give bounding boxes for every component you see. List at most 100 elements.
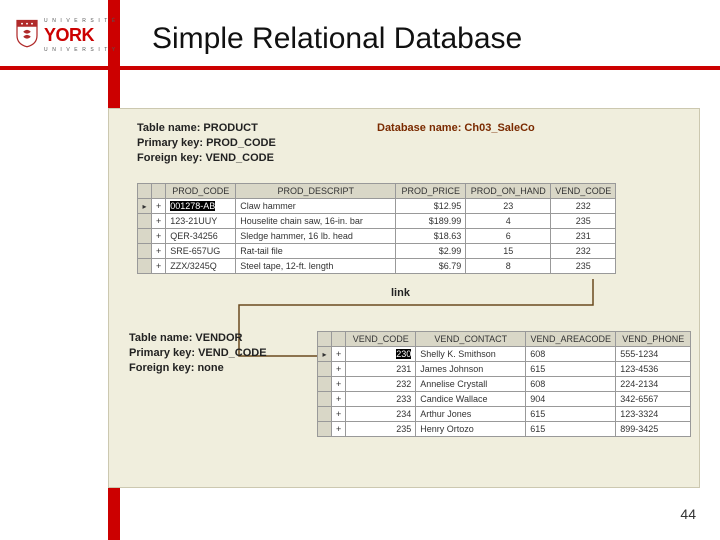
row-handle (318, 407, 332, 422)
cell: 231 (551, 229, 616, 244)
expand-icon: + (332, 377, 346, 392)
cell: 342-6567 (616, 392, 691, 407)
cell: 234 (346, 407, 416, 422)
expand-header (332, 332, 346, 347)
figure-panel: Table name: PRODUCT Primary key: PROD_CO… (108, 108, 700, 488)
slide-title: Simple Relational Database (152, 22, 522, 56)
expand-header (152, 184, 166, 199)
cell: 899-3425 (616, 422, 691, 437)
logo-text: U N I V E R S I T É YORK U N I V E R S I… (44, 18, 117, 53)
vendor-table-name: Table name: VENDOR (129, 331, 267, 346)
row-handle (318, 392, 332, 407)
expand-icon: + (332, 407, 346, 422)
cell: $2.99 (396, 244, 466, 259)
title-underline (0, 66, 720, 70)
expand-icon: + (332, 422, 346, 437)
product-primary-key: Primary key: PROD_CODE (137, 136, 276, 151)
york-logo: U N I V E R S I T É YORK U N I V E R S I… (14, 18, 117, 53)
cell: Rat-tail file (236, 244, 396, 259)
table-row: + 001278-AB Claw hammer $12.95 23 232 (138, 199, 616, 214)
cell: $6.79 (396, 259, 466, 274)
cell: ZZX/3245Q (166, 259, 236, 274)
col-header: VEND_CONTACT (416, 332, 526, 347)
table-row: + SRE-657UG Rat-tail file $2.99 15 232 (138, 244, 616, 259)
col-header: PROD_CODE (166, 184, 236, 199)
cell: 232 (551, 199, 616, 214)
cell: Houselite chain saw, 16-in. bar (236, 214, 396, 229)
table-row: + 231 James Johnson 615 123-4536 (318, 362, 691, 377)
product-table-name: Table name: PRODUCT (137, 121, 276, 136)
col-header: PROD_PRICE (396, 184, 466, 199)
row-handle (138, 244, 152, 259)
col-header: VEND_CODE (346, 332, 416, 347)
product-meta: Table name: PRODUCT Primary key: PROD_CO… (137, 121, 276, 166)
cell: 555-1234 (616, 347, 691, 362)
cell: Shelly K. Smithson (416, 347, 526, 362)
cell: 123-3324 (616, 407, 691, 422)
row-handle (318, 422, 332, 437)
cell: 224-2134 (616, 377, 691, 392)
table-row: + 234 Arthur Jones 615 123-3324 (318, 407, 691, 422)
expand-icon: + (332, 362, 346, 377)
table-row: + QER-34256 Sledge hammer, 16 lb. head $… (138, 229, 616, 244)
cell: 235 (551, 259, 616, 274)
expand-icon: + (332, 392, 346, 407)
table-row: + 232 Annelise Crystall 608 224-2134 (318, 377, 691, 392)
cell: 235 (346, 422, 416, 437)
cell: 615 (526, 422, 616, 437)
cell: 608 (526, 377, 616, 392)
york-wordmark: YORK (44, 25, 94, 45)
cell: Henry Ortozo (416, 422, 526, 437)
row-handle-header (138, 184, 152, 199)
cell: $12.95 (396, 199, 466, 214)
link-label: link (391, 287, 410, 299)
current-row-icon (138, 199, 152, 214)
cell: $189.99 (396, 214, 466, 229)
database-name: Database name: Ch03_SaleCo (377, 121, 535, 136)
expand-icon: + (332, 347, 346, 362)
cell: 615 (526, 407, 616, 422)
vendor-foreign-key: Foreign key: none (129, 361, 267, 376)
row-handle (138, 214, 152, 229)
crest-icon (14, 18, 40, 48)
col-header: VEND_AREACODE (526, 332, 616, 347)
table-row: + 235 Henry Ortozo 615 899-3425 (318, 422, 691, 437)
cell: Sledge hammer, 16 lb. head (236, 229, 396, 244)
table-header-row: VEND_CODE VEND_CONTACT VEND_AREACODE VEN… (318, 332, 691, 347)
cell: 232 (551, 244, 616, 259)
cell: 123-21UUY (166, 214, 236, 229)
vendor-table: VEND_CODE VEND_CONTACT VEND_AREACODE VEN… (317, 331, 691, 437)
cell: 8 (466, 259, 551, 274)
cell: 232 (346, 377, 416, 392)
cell: Arthur Jones (416, 407, 526, 422)
row-handle (318, 377, 332, 392)
col-header: PROD_DESCRIPT (236, 184, 396, 199)
cell: 615 (526, 362, 616, 377)
cell: 23 (466, 199, 551, 214)
cell: 230 (346, 347, 416, 362)
cell: Candice Wallace (416, 392, 526, 407)
expand-icon: + (152, 229, 166, 244)
col-header: VEND_CODE (551, 184, 616, 199)
cell: Steel tape, 12-ft. length (236, 259, 396, 274)
expand-icon: + (152, 259, 166, 274)
cell: Annelise Crystall (416, 377, 526, 392)
cell: 235 (551, 214, 616, 229)
vendor-primary-key: Primary key: VEND_CODE (129, 346, 267, 361)
product-foreign-key: Foreign key: VEND_CODE (137, 151, 276, 166)
page-number: 44 (680, 506, 696, 522)
cell: 4 (466, 214, 551, 229)
cell: 001278-AB (166, 199, 236, 214)
table-row: + 123-21UUY Houselite chain saw, 16-in. … (138, 214, 616, 229)
cell: SRE-657UG (166, 244, 236, 259)
vendor-meta: Table name: VENDOR Primary key: VEND_COD… (129, 331, 267, 376)
cell: 608 (526, 347, 616, 362)
cell: 231 (346, 362, 416, 377)
university-label: U N I V E R S I T Y (44, 47, 117, 53)
row-handle-header (318, 332, 332, 347)
slide: U N I V E R S I T É YORK U N I V E R S I… (0, 0, 720, 540)
current-row-icon (318, 347, 332, 362)
row-handle (138, 229, 152, 244)
expand-icon: + (152, 244, 166, 259)
product-table: PROD_CODE PROD_DESCRIPT PROD_PRICE PROD_… (137, 183, 616, 274)
